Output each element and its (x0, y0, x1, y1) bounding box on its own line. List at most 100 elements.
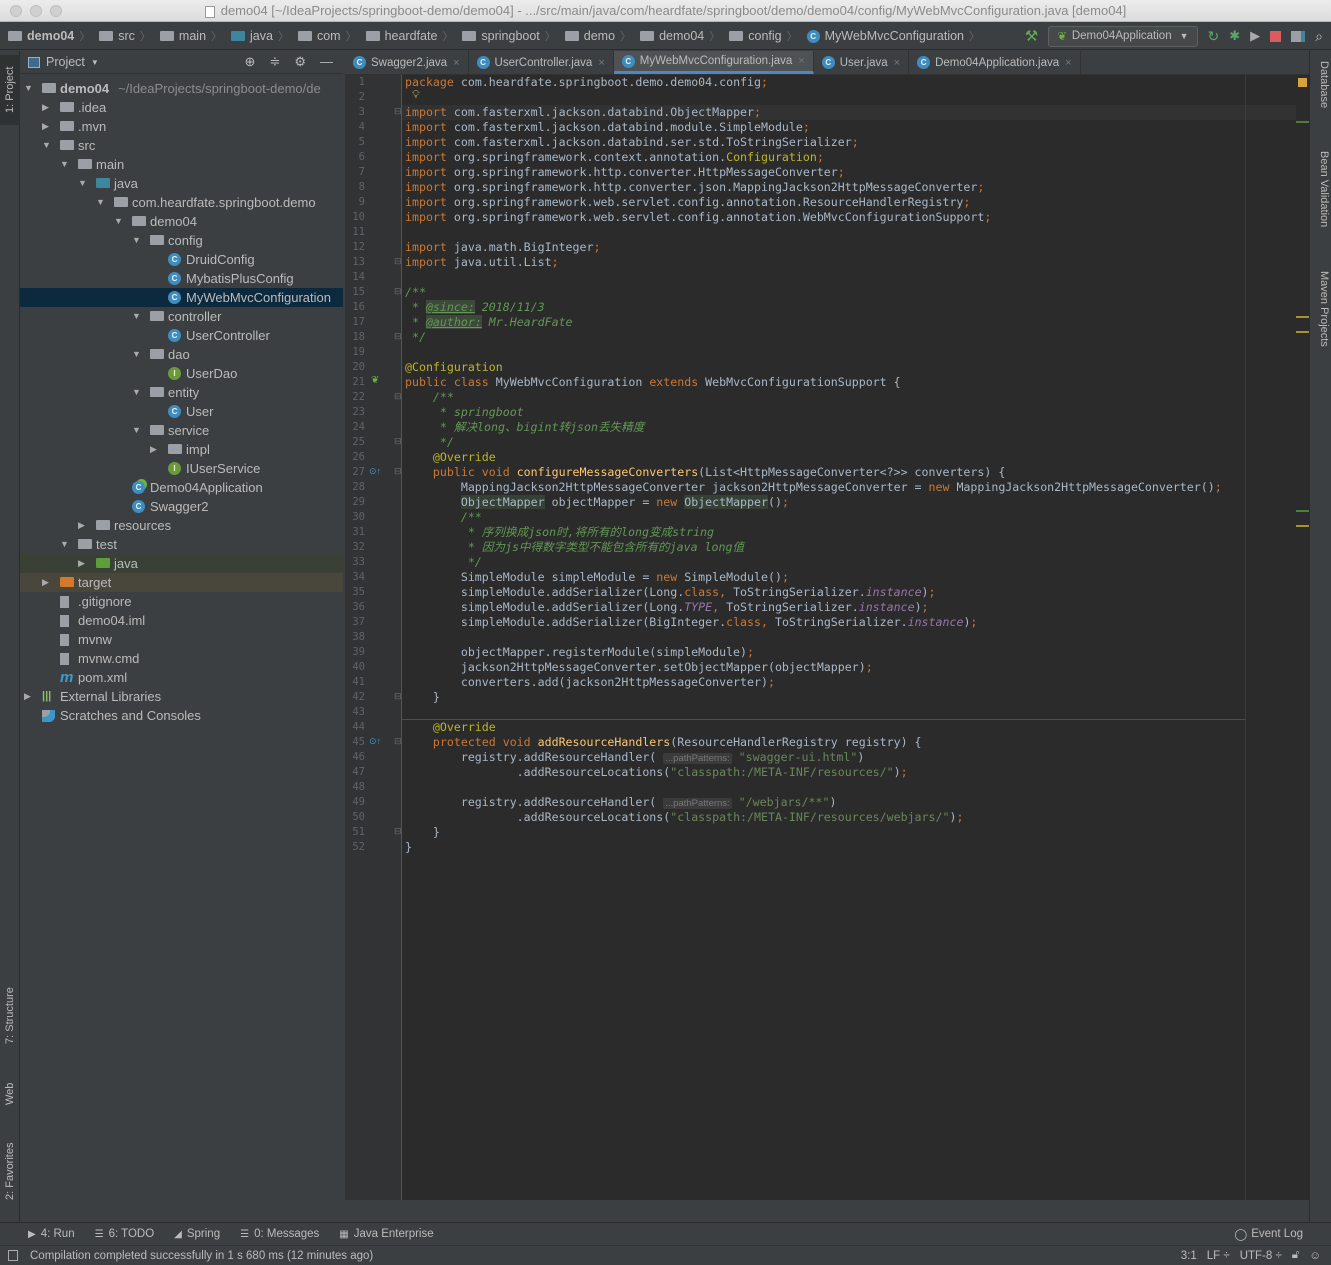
tree-item[interactable]: ▼ controller (20, 307, 343, 326)
project-structure-icon[interactable] (1291, 30, 1306, 42)
encoding-select[interactable]: UTF-8 ÷ (1240, 1250, 1282, 1262)
caret-position[interactable]: 3:1 (1181, 1250, 1197, 1262)
tree-item[interactable]: ▶ .mvn (20, 117, 343, 136)
lock-icon[interactable]: 🔓︎ (1292, 1249, 1299, 1262)
locate-target-icon[interactable]: ⊕ (245, 54, 256, 70)
code-editor[interactable]: package com.heardfate.springboot.demo.de… (402, 75, 1296, 1200)
override-method-icon[interactable]: ⊙↑ (369, 466, 381, 477)
tree-item[interactable]: ▶ resources (20, 516, 343, 535)
tree-item[interactable]: ▼ com.heardfate.springboot.demo (20, 193, 343, 212)
fold-marker-icon[interactable]: ⊟ (394, 691, 402, 702)
change-marker[interactable] (1296, 121, 1309, 123)
collapsed-arrow-icon[interactable]: ▶ (42, 117, 49, 136)
expanded-arrow-icon[interactable]: ▼ (132, 383, 141, 402)
fold-marker-icon[interactable]: ⊟ (394, 436, 402, 447)
status-message[interactable]: Compilation completed successfully in 1 … (30, 1250, 373, 1262)
breadcrumb-item[interactable]: java 〉 (231, 28, 294, 44)
breadcrumb-item[interactable]: demo04 〉 (8, 28, 95, 44)
project-view-select[interactable]: Project (46, 55, 85, 69)
collapsed-arrow-icon[interactable]: ▶ (78, 516, 85, 535)
tree-item[interactable]: mvnw (20, 630, 343, 649)
tree-item[interactable]: ▶ .idea (20, 98, 343, 117)
tool-window-button[interactable]: ☰ 0: Messages (240, 1228, 319, 1240)
close-tab-icon[interactable]: × (798, 55, 804, 67)
breadcrumb-item[interactable]: com 〉 (297, 28, 362, 44)
breadcrumb-item[interactable]: springboot 〉 (462, 28, 560, 44)
expanded-arrow-icon[interactable]: ▼ (42, 136, 51, 155)
warning-marker[interactable] (1296, 316, 1309, 318)
gear-icon[interactable]: ⚙ (294, 54, 306, 70)
run-with-coverage-icon[interactable]: ▶ (1250, 28, 1260, 44)
tree-item[interactable]: .gitignore (20, 592, 343, 611)
warning-marker[interactable] (1296, 525, 1309, 527)
breadcrumb-item[interactable]: main 〉 (159, 28, 227, 44)
tool-window-button[interactable]: ▶ 4: Run (28, 1228, 75, 1240)
tool-tab-web[interactable]: Web (0, 1071, 20, 1116)
expanded-arrow-icon[interactable]: ▼ (114, 212, 123, 231)
expanded-arrow-icon[interactable]: ▼ (24, 79, 33, 98)
tool-tab-favorites[interactable]: 2: Favorites (0, 1131, 20, 1211)
expanded-arrow-icon[interactable]: ▼ (132, 307, 141, 326)
close-window-button[interactable] (10, 5, 22, 17)
line-separator-select[interactable]: LF ÷ (1207, 1250, 1230, 1262)
collapsed-arrow-icon[interactable]: ▶ (150, 440, 157, 459)
error-stripe[interactable] (1296, 75, 1309, 1200)
fold-marker-icon[interactable]: ⊟ (394, 331, 402, 342)
fold-marker-icon[interactable]: ⊟ (394, 391, 402, 402)
collapsed-arrow-icon[interactable]: ▶ (42, 98, 49, 117)
tree-item[interactable]: ▼ java (20, 174, 343, 193)
editor-tab[interactable]: C Demo04Application.java × (909, 51, 1081, 74)
fold-marker-icon[interactable]: ⊟ (394, 466, 402, 477)
search-icon[interactable]: ⌕ (1315, 28, 1323, 45)
tree-item[interactable]: ▶ java (20, 554, 343, 573)
spring-bean-icon[interactable]: ❦ (371, 375, 379, 386)
tool-window-button[interactable]: ▦ Java Enterprise (339, 1228, 433, 1240)
fold-marker-icon[interactable]: ⊟ (394, 106, 402, 117)
close-tab-icon[interactable]: × (598, 57, 604, 69)
toggle-tool-windows-icon[interactable] (8, 1250, 18, 1261)
tree-item[interactable]: ▼ main (20, 155, 343, 174)
breadcrumb-item[interactable]: src 〉 (99, 28, 156, 44)
expanded-arrow-icon[interactable]: ▼ (96, 193, 105, 212)
breadcrumb-item[interactable]: C MyWebMvcConfiguration 〉 (806, 28, 985, 44)
tool-tab-project[interactable]: 1: Project (0, 55, 20, 125)
fold-marker-icon[interactable]: ⊟ (394, 256, 402, 267)
chevron-down-icon[interactable]: ▼ (91, 58, 99, 67)
collapse-all-icon[interactable]: ≑ (269, 54, 280, 70)
tree-item[interactable]: C Swagger2 (20, 497, 343, 516)
build-hammer-icon[interactable]: ⚒ (1025, 27, 1038, 45)
close-tab-icon[interactable]: × (453, 57, 459, 69)
collapsed-arrow-icon[interactable]: ▶ (42, 573, 49, 592)
tree-item[interactable]: I IUserService (20, 459, 343, 478)
expanded-arrow-icon[interactable]: ▼ (78, 174, 87, 193)
run-configuration-select[interactable]: ❦ Demo04Application ▼ (1048, 25, 1198, 47)
breadcrumb-item[interactable]: demo 〉 (564, 28, 636, 44)
expanded-arrow-icon[interactable]: ▼ (60, 535, 69, 554)
warning-marker[interactable] (1296, 331, 1309, 333)
override-method-icon[interactable]: ⊙↑ (369, 736, 381, 747)
tree-item[interactable]: C MyWebMvcConfiguration (20, 288, 343, 307)
tool-tab-bean-validation[interactable]: Bean Validation (1312, 151, 1330, 227)
tree-item[interactable]: ▼ dao (20, 345, 343, 364)
close-tab-icon[interactable]: × (894, 57, 900, 69)
expanded-arrow-icon[interactable]: ▼ (132, 421, 141, 440)
rerun-icon[interactable]: ↻ (1208, 28, 1220, 45)
tree-item[interactable]: ▼ config (20, 231, 343, 250)
tree-item[interactable]: C User (20, 402, 343, 421)
expanded-arrow-icon[interactable]: ▼ (60, 155, 69, 174)
change-marker[interactable] (1296, 510, 1309, 512)
tree-item[interactable]: ▶ impl (20, 440, 343, 459)
hide-minus-icon[interactable]: — (320, 54, 333, 70)
tool-window-button[interactable]: ◢ Spring (174, 1228, 220, 1240)
tool-window-button[interactable]: ☰ 6: TODO (95, 1228, 155, 1240)
inspector-icon[interactable]: ☺ (1309, 1250, 1321, 1262)
tree-item[interactable]: Scratches and Consoles (20, 706, 343, 725)
tool-tab-maven-projects[interactable]: Maven Projects (1312, 271, 1330, 347)
tree-item[interactable]: ▼ service (20, 421, 343, 440)
tree-item[interactable]: ▶ target (20, 573, 343, 592)
tree-item[interactable]: m pom.xml (20, 668, 343, 687)
editor-tab[interactable]: C User.java × (814, 51, 910, 74)
stop-icon[interactable] (1270, 30, 1282, 42)
tree-item[interactable]: C UserController (20, 326, 343, 345)
collapsed-arrow-icon[interactable]: ▶ (24, 687, 31, 706)
